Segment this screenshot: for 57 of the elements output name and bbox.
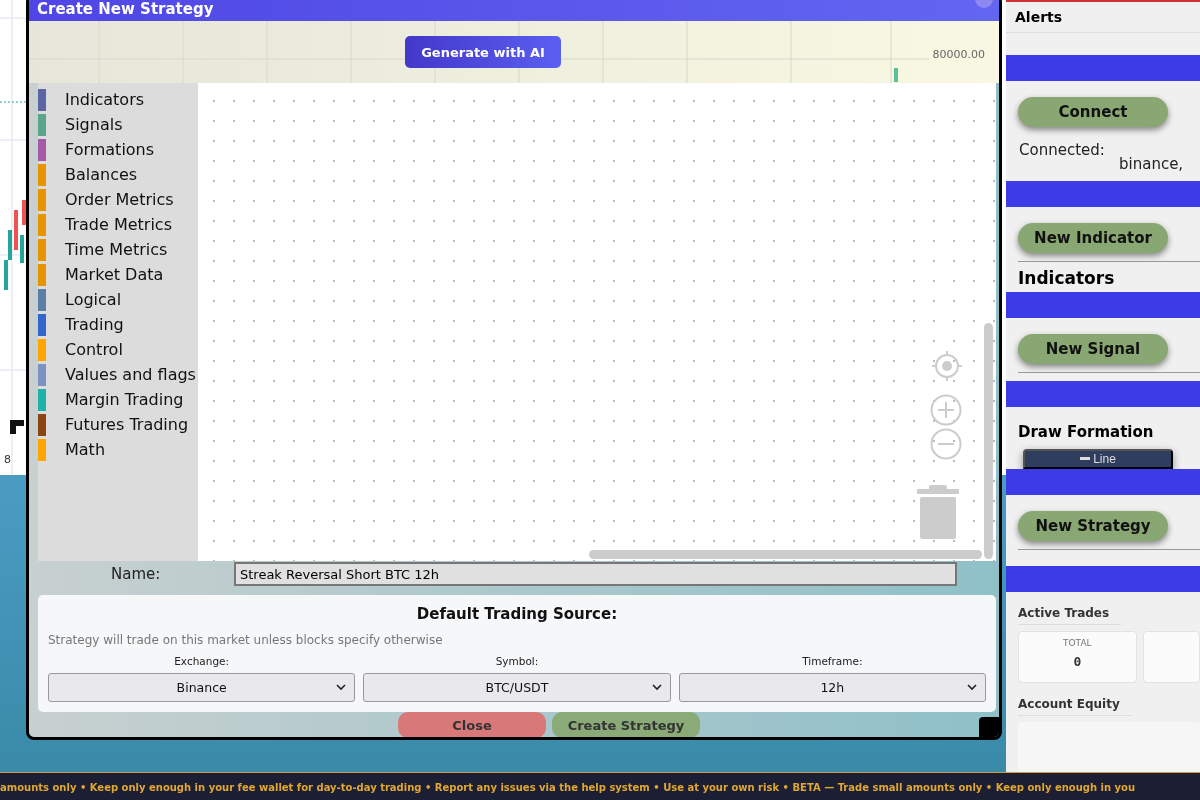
- palette-item[interactable]: Futures Trading: [38, 412, 198, 437]
- resize-handle[interactable]: [979, 717, 999, 737]
- generate-button[interactable]: Generate with AI: [405, 36, 561, 68]
- line-button[interactable]: Line: [1023, 449, 1173, 469]
- palette-item[interactable]: Trading: [38, 312, 198, 337]
- palette-item[interactable]: Indicators: [38, 87, 198, 112]
- palette-item[interactable]: Formations: [38, 137, 198, 162]
- connected-label: Connected:: [1019, 141, 1106, 159]
- palette-item[interactable]: Signals: [38, 112, 198, 137]
- palette-item[interactable]: Market Data: [38, 262, 198, 287]
- panel-title: Alerts: [1015, 9, 1063, 25]
- section-title: Draw Formation: [1017, 422, 1155, 443]
- zoom-in-icon[interactable]: [930, 394, 962, 426]
- stat-label: TOTAL: [1063, 638, 1092, 648]
- chevron-down-icon: [967, 684, 977, 691]
- field-label: Exchange:: [173, 655, 231, 667]
- field-label: Symbol:: [494, 655, 540, 667]
- name-field[interactable]: Streak Reversal Short BTC 12h: [234, 562, 957, 586]
- select-field[interactable]: Binance: [48, 673, 356, 702]
- section-title: Indicators: [1017, 267, 1116, 290]
- new-signal-button[interactable]: New Signal: [1018, 334, 1168, 364]
- field-label: Timeframe:: [801, 655, 864, 667]
- dialog-title: Create New Strategy: [37, 0, 214, 18]
- palette-item[interactable]: Margin Trading: [38, 387, 198, 412]
- connect-button[interactable]: Connect: [1018, 97, 1168, 127]
- panel-hint: Strategy will trade on this market unless blocks specify otherwise: [48, 633, 444, 647]
- chevron-down-icon: [336, 684, 347, 691]
- palette-item[interactable]: Math: [38, 437, 198, 462]
- zoom-out-icon[interactable]: [930, 428, 962, 460]
- palette-item[interactable]: Values and flags: [38, 362, 198, 387]
- ticker-text: amounts only • Keep only enough in your fee wallet for day-to-day trading • Report any issues via the help system • Use at your own risk • BETA — Trade small amounts only • Keep only enough in you: [0, 772, 1200, 800]
- palette-item[interactable]: Order Metrics: [38, 187, 198, 212]
- select-field[interactable]: 12h: [678, 673, 986, 702]
- new-indicator-button[interactable]: New Indicator: [1018, 223, 1168, 253]
- section-title: Account Equity: [1018, 683, 1132, 716]
- palette-item[interactable]: Time Metrics: [38, 237, 198, 262]
- chevron-down-icon: [651, 684, 662, 691]
- create-button[interactable]: Create Strategy: [552, 712, 700, 737]
- section-title: Active Trades: [1018, 592, 1122, 625]
- price-label: 80000.00: [932, 48, 985, 61]
- scrollbar[interactable]: [589, 550, 982, 559]
- palette-item[interactable]: Trade Metrics: [38, 212, 198, 237]
- recenter-icon[interactable]: [932, 351, 962, 381]
- new-strategy-button[interactable]: New Strategy: [1018, 511, 1168, 541]
- select-field[interactable]: BTC/USDT: [363, 673, 671, 702]
- trash-icon[interactable]: [917, 485, 959, 539]
- close-button[interactable]: Close: [398, 712, 546, 737]
- exchange-list: binance,: [1119, 155, 1200, 173]
- name-label: Name:: [110, 565, 162, 583]
- stat-value: 0: [1073, 654, 1082, 669]
- scrollbar[interactable]: [984, 323, 993, 559]
- line-icon: [1080, 457, 1091, 461]
- palette-item[interactable]: Balances: [38, 162, 198, 187]
- panel-title: Default Trading Source:: [415, 605, 619, 623]
- palette-item[interactable]: Control: [38, 337, 198, 362]
- axis-label: 8: [4, 453, 11, 466]
- palette-item[interactable]: Logical: [38, 287, 198, 312]
